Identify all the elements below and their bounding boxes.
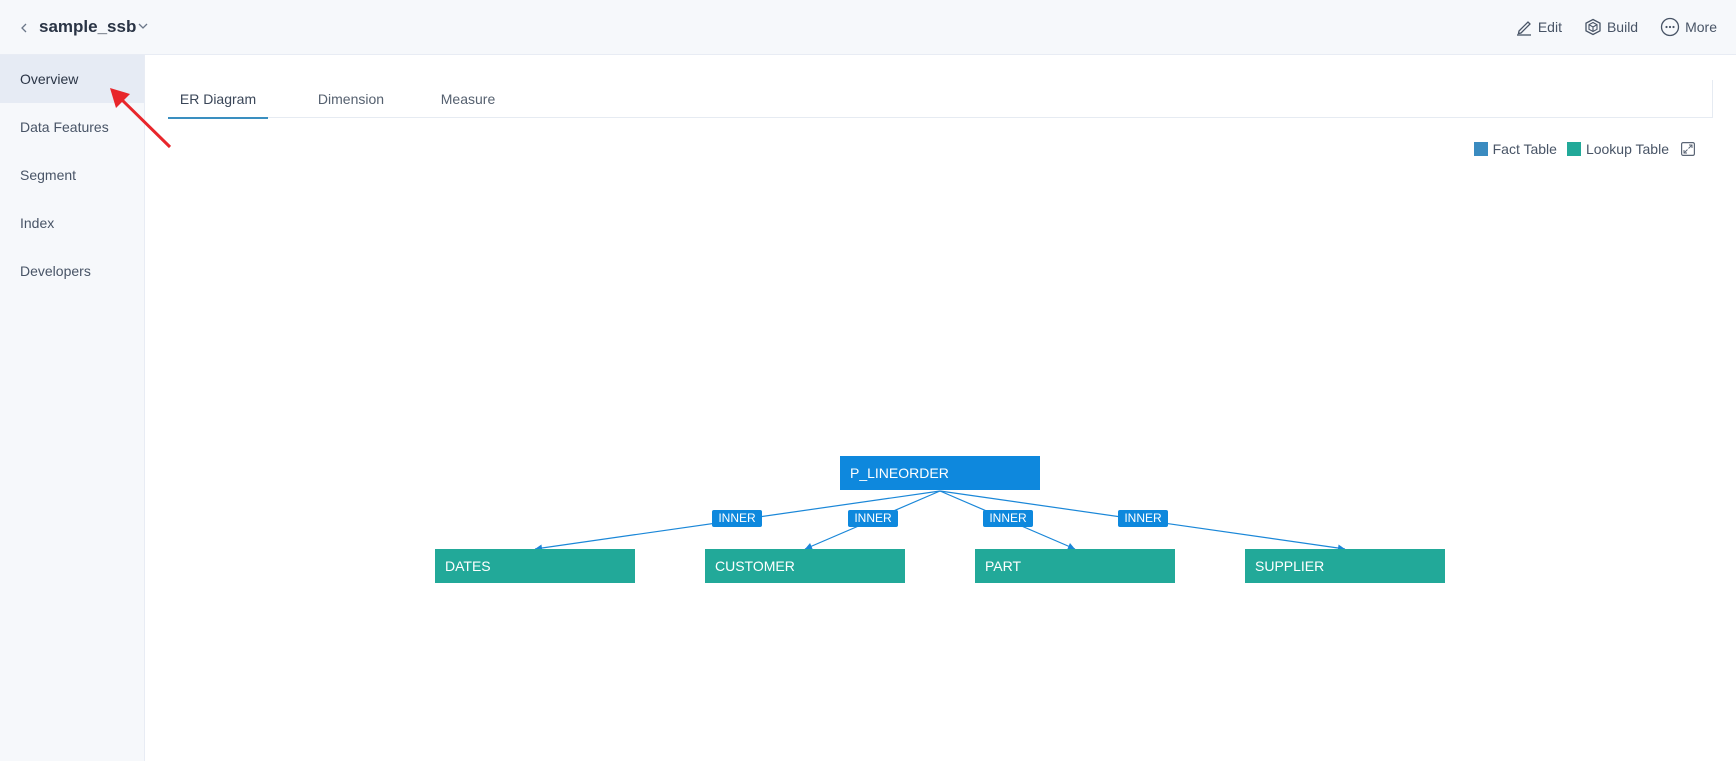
main-content: ER Diagram Dimension Measure Fact Table … <box>145 55 1736 761</box>
tab-measure[interactable]: Measure <box>428 80 508 118</box>
build-button[interactable]: Build <box>1584 17 1638 37</box>
fullscreen-icon[interactable] <box>1681 142 1695 156</box>
join-type-label[interactable]: INNER <box>983 510 1033 527</box>
sidebar-item-data-features[interactable]: Data Features <box>0 103 144 151</box>
more-dots-icon <box>1660 17 1680 37</box>
er-legend: Fact Table Lookup Table <box>1473 141 1695 157</box>
chevron-down-icon[interactable] <box>137 19 149 36</box>
sidebar: Overview Data Features Segment Index Dev… <box>0 55 145 761</box>
legend-fact-label: Fact Table <box>1492 141 1557 157</box>
sidebar-item-segment[interactable]: Segment <box>0 151 144 199</box>
header-actions: Edit Build More <box>1515 17 1717 37</box>
join-type-label[interactable]: INNER <box>848 510 898 527</box>
chevron-left-icon[interactable] <box>19 18 33 38</box>
fact-table-node[interactable]: P_LINEORDER <box>840 456 1040 490</box>
join-type-label[interactable]: INNER <box>712 510 762 527</box>
more-button[interactable]: More <box>1660 17 1717 37</box>
sidebar-item-index[interactable]: Index <box>0 199 144 247</box>
cube-icon <box>1585 18 1601 36</box>
lookup-table-swatch <box>1566 142 1581 156</box>
top-header: sample_ssb Edit Build More <box>0 0 1736 55</box>
join-type-label[interactable]: INNER <box>1118 510 1168 527</box>
legend-lookup-table: Lookup Table <box>1566 141 1669 157</box>
legend-lookup-label: Lookup Table <box>1585 141 1669 157</box>
sidebar-item-overview[interactable]: Overview <box>0 55 144 103</box>
lookup-table-node[interactable]: DATES <box>435 549 635 583</box>
lookup-table-node[interactable]: CUSTOMER <box>705 549 905 583</box>
tab-dimension[interactable]: Dimension <box>306 80 396 118</box>
legend-fact-table: Fact Table <box>1473 141 1557 157</box>
edit-button[interactable]: Edit <box>1515 17 1562 37</box>
pencil-icon <box>1516 21 1531 36</box>
fact-table-swatch <box>1473 142 1488 156</box>
tab-er-diagram[interactable]: ER Diagram <box>168 80 268 119</box>
more-label: More <box>1685 19 1717 35</box>
model-title: sample_ssb <box>39 17 137 36</box>
edit-label: Edit <box>1537 19 1562 35</box>
lookup-table-node[interactable]: SUPPLIER <box>1245 549 1445 583</box>
sidebar-item-developers[interactable]: Developers <box>0 247 144 295</box>
lookup-table-node[interactable]: PART <box>975 549 1175 583</box>
tab-bar: ER Diagram Dimension Measure <box>168 80 1713 119</box>
build-label: Build <box>1606 19 1639 35</box>
